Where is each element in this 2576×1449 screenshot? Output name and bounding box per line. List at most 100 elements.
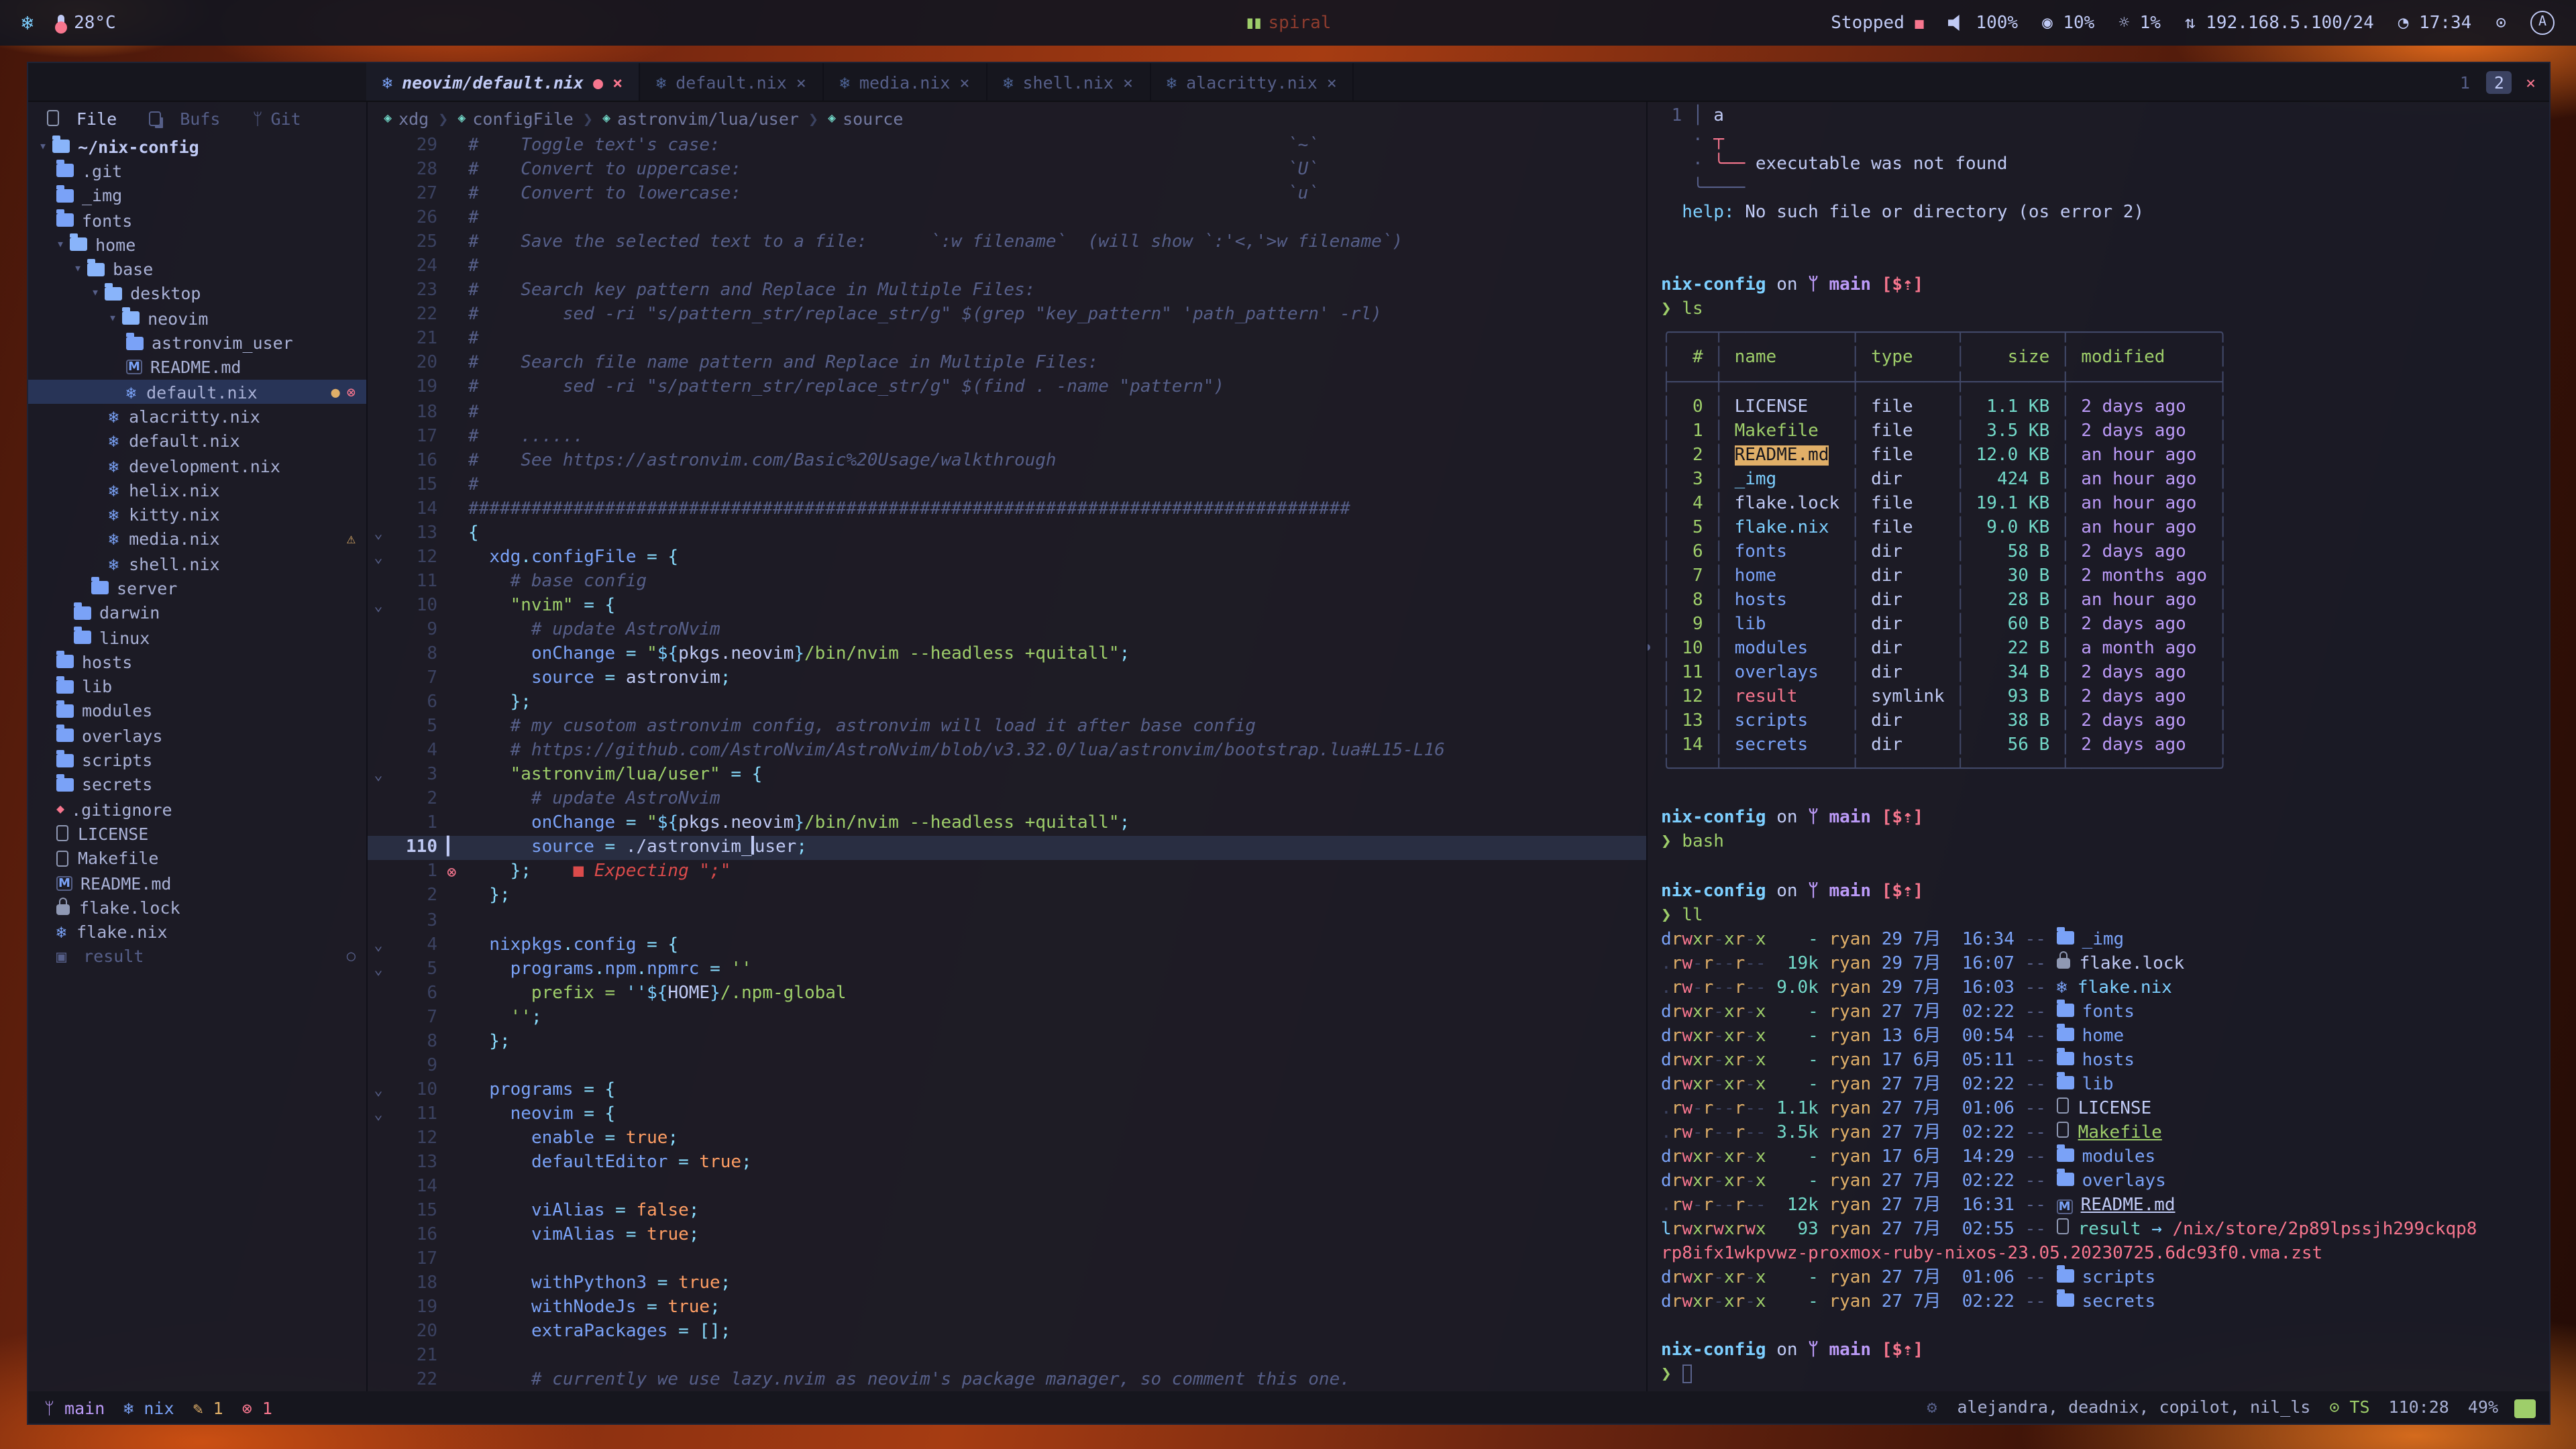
code-line-13[interactable]: 13 defaultEditor = true; [368,1151,1646,1175]
code-line-12[interactable]: ⌄12 xdg.configFile = { [368,546,1646,570]
module-clock[interactable]: ◔ 17:34 [2398,13,2472,33]
code-line-18[interactable]: 18# [368,400,1646,425]
breadcrumb-item[interactable]: astronvim/lua/user [617,108,799,128]
code-line-17[interactable]: 17# ...... [368,425,1646,449]
code-line-110[interactable]: 110▎ source = ./astronvim_user; [368,837,1646,861]
tree-item-shell.nix[interactable]: ❄ shell.nix [28,551,366,576]
module-nixos-logo[interactable]: ❄ [21,11,34,35]
fold-chevron-icon[interactable]: ⌄ [368,1079,389,1103]
neotree-source-Git[interactable]: ᛘGit [252,108,301,128]
tree-item-alacritty.nix[interactable]: ❄ alacritty.nix [28,405,366,429]
neotree-source-Bufs[interactable]: Bufs [149,108,220,128]
tree-item-scripts[interactable]: scripts [28,748,366,773]
tree-item-kitty.nix[interactable]: ❄ kitty.nix [28,502,366,527]
code-line-8[interactable]: 8 }; [368,1030,1646,1054]
code-line-9[interactable]: 9 # update AstroNvim [368,619,1646,643]
tabpage-indicator[interactable]: 12× [2452,63,2549,101]
code-line-25[interactable]: 25# Save the selected text to a file: `:… [368,231,1646,255]
tree-item-home[interactable]: ▾home [28,232,366,257]
code-line-22[interactable]: 22 # currently we use lazy.nvim as neovi… [368,1369,1646,1391]
code-line-28[interactable]: 28# Convert to uppercase: `U` [368,158,1646,182]
code-line-20[interactable]: 20 extraPackages = []; [368,1321,1646,1345]
code-line-15[interactable]: 15# [368,473,1646,497]
code-line-14[interactable]: 14 [368,1175,1646,1199]
tree-item-media.nix[interactable]: ❄ media.nix⚠ [28,527,366,552]
tree-item-flake.lock[interactable]: flake.lock [28,895,366,920]
chevron-down-icon[interactable]: ▾ [74,262,82,276]
neotree-source-tabs[interactable]: File Bufs ᛘGit [28,102,366,134]
code-line-19[interactable]: 19# sed -ri "s/pattern_str/replace_str/g… [368,376,1646,400]
code-line-1[interactable]: 1⊗ }; ■ Expecting ";" [368,861,1646,885]
buffer-tab-neovim/default.nix[interactable]: ❄neovim/default.nix●× [366,63,640,101]
module-disk-usage[interactable]: ◉ 10% [2042,13,2094,33]
code-line-11[interactable]: ⌄11 neovim = { [368,1103,1646,1127]
module-network[interactable]: ⇅ 192.168.5.100/24 [2185,13,2374,33]
code-line-3[interactable]: ⌄3 "astronvim/lua/user" = { [368,763,1646,788]
code-line-18[interactable]: 18 withPython3 = true; [368,1272,1646,1296]
code-line-23[interactable]: 23# Search key pattern and Replace in Mu… [368,280,1646,304]
fold-chevron-icon[interactable]: ⌄ [368,1103,389,1127]
code-line-6[interactable]: 6 prefix = ''${HOME}/.npm-global [368,981,1646,1006]
code-area[interactable]: 29# Toggle text's case: `~`28# Convert t… [368,134,1646,1391]
code-line-16[interactable]: 16 vimAlias = true; [368,1224,1646,1248]
module-temperature[interactable]: 28°C [58,13,116,33]
close-icon[interactable]: × [1123,72,1133,92]
close-icon[interactable]: × [796,72,806,92]
close-icon[interactable]: × [959,72,969,92]
code-line-22[interactable]: 22# sed -ri "s/pattern_str/replace_str/g… [368,304,1646,328]
tree-item-base[interactable]: ▾base [28,257,366,282]
tree-item-secrets[interactable]: secrets [28,772,366,797]
tree-item-Makefile[interactable]: Makefile [28,846,366,871]
code-line-24[interactable]: 24# [368,255,1646,279]
tree-item-default.nix[interactable]: ❄ default.nix [28,429,366,453]
module-media-player[interactable]: ▮▮ spiral [1245,13,1332,33]
fold-chevron-icon[interactable]: ⌄ [368,522,389,546]
tree-item-flake.nix[interactable]: ❄ flake.nix [28,920,366,945]
code-line-17[interactable]: 17 [368,1248,1646,1272]
fold-chevron-icon[interactable]: ⌄ [368,933,389,957]
neotree-sidebar[interactable]: FileBufsᛘGit ▾~/nix-config.git_imgfonts▾… [28,102,368,1391]
code-line-6[interactable]: 6 }; [368,691,1646,715]
code-line-9[interactable]: 9 [368,1055,1646,1079]
tree-item-~/nix-config[interactable]: ▾~/nix-config [28,134,366,159]
code-line-2[interactable]: 2 # update AstroNvim [368,788,1646,812]
tree-item-development.nix[interactable]: ❄ development.nix [28,453,366,478]
code-line-15[interactable]: 15 viAlias = false; [368,1199,1646,1224]
tree-item-result[interactable]: ▣ result○ [28,945,366,969]
buffer-tab-shell.nix[interactable]: ❄shell.nix× [987,63,1150,101]
code-line-21[interactable]: 21# [368,328,1646,352]
chevron-down-icon[interactable]: ▾ [109,311,117,325]
tree-item-.git[interactable]: .git [28,159,366,184]
tabpage-close-icon[interactable]: × [2526,72,2536,92]
module-power[interactable]: ⊙ [2496,13,2506,33]
tree-item-darwin[interactable]: darwin [28,600,366,625]
tree-item-README.md[interactable]: README.md [28,871,366,896]
statusline[interactable]: ᛘ main❄ nix✎ 1⊗ 1 ⚙ alejandra, deadnix, … [28,1391,2549,1424]
editor-pane[interactable]: ◈xdg❯◈configFile❯◈astronvim/lua/user❯◈so… [368,102,1646,1391]
tree-item-.gitignore[interactable]: ◆.gitignore [28,797,366,822]
tree-item-fonts[interactable]: fonts [28,208,366,233]
chevron-down-icon[interactable]: ▾ [91,286,99,301]
fold-chevron-icon[interactable]: ⌄ [368,957,389,981]
code-line-27[interactable]: 27# Convert to lowercase: `u` [368,182,1646,207]
buffer-tab-default.nix[interactable]: ❄default.nix× [640,63,824,101]
tree-item-LICENSE[interactable]: LICENSE [28,822,366,847]
close-icon[interactable]: × [612,72,623,92]
tree-item-_img[interactable]: _img [28,183,366,208]
tree-item-desktop[interactable]: ▾desktop [28,282,366,307]
breadcrumb-item[interactable]: source [843,108,903,128]
module-keyboard-layout[interactable]: A [2530,11,2555,35]
code-line-16[interactable]: 16# See https://astronvim.com/Basic%20Us… [368,449,1646,473]
tree-item-server[interactable]: server [28,576,366,601]
tree-item-README.md[interactable]: README.md [28,355,366,380]
fold-chevron-icon[interactable]: ⌄ [368,594,389,619]
code-line-5[interactable]: 5 # my cusotom astronvim config, astronv… [368,715,1646,739]
fold-chevron-icon[interactable]: ⌄ [368,546,389,570]
module-brightness[interactable]: ☼ 1% [2118,13,2161,33]
neotree-source-File[interactable]: File [47,108,117,128]
code-line-7[interactable]: 7 source = astronvim; [368,667,1646,691]
tree-item-hosts[interactable]: hosts [28,649,366,674]
fold-chevron-icon[interactable]: ⌄ [368,763,389,788]
code-line-4[interactable]: 4 # https://github.com/AstroNvim/AstroNv… [368,739,1646,763]
breadcrumb-item[interactable]: xdg [398,108,429,128]
